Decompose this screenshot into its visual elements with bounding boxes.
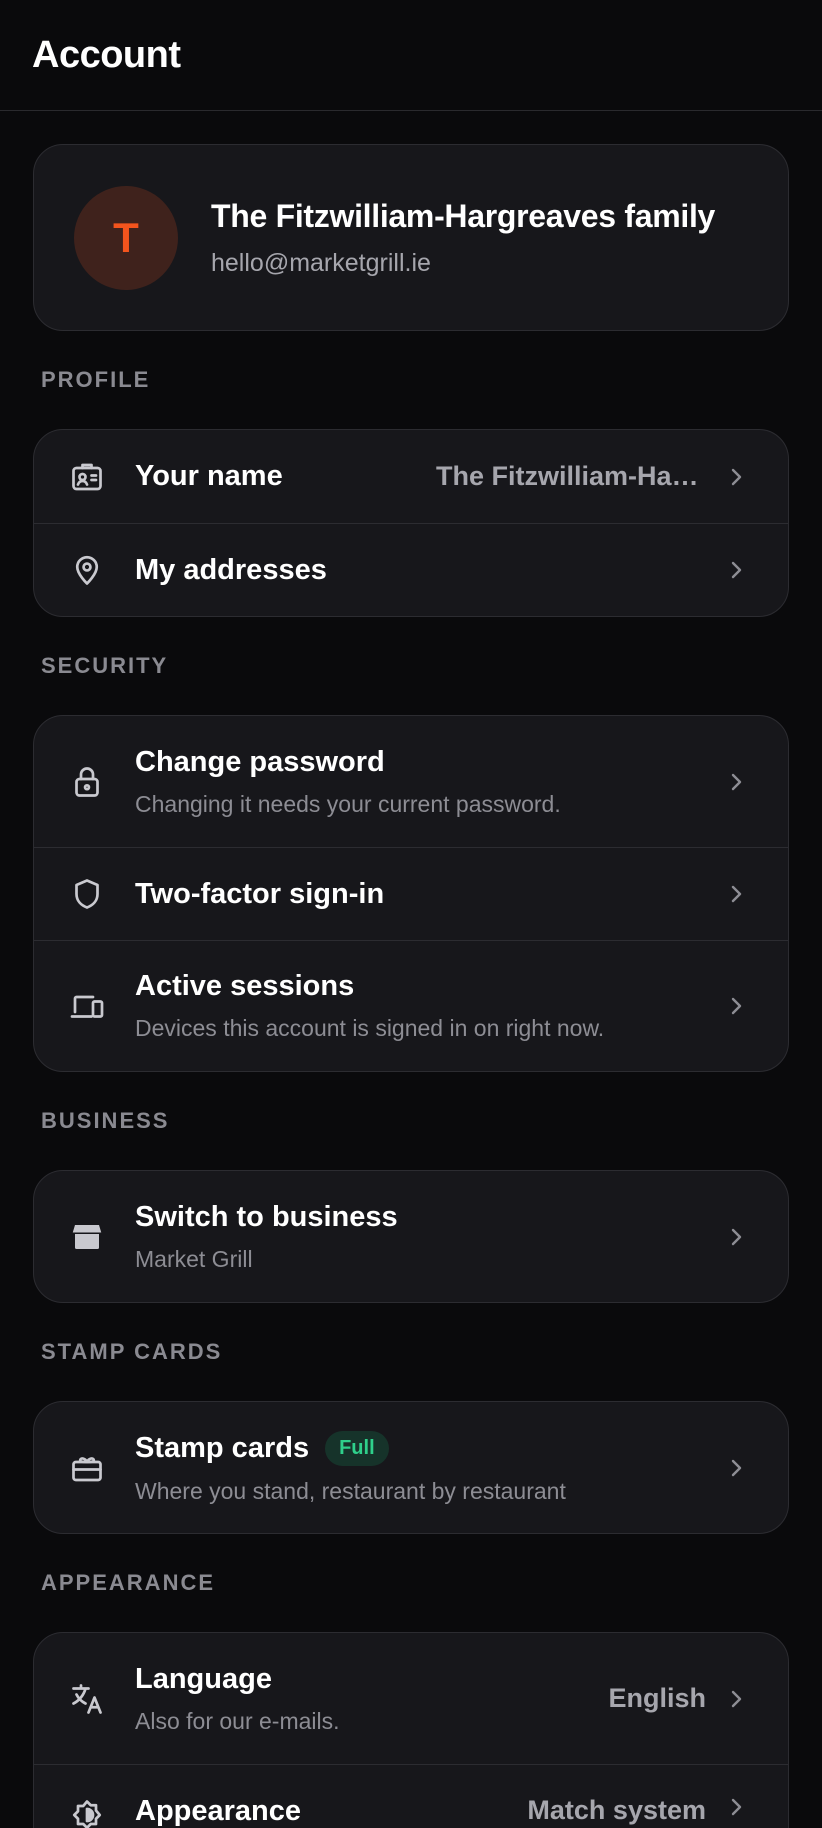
row-text: Change password Changing it needs your c…	[135, 746, 706, 818]
translate-icon	[67, 1679, 107, 1719]
change-password-row[interactable]: Change password Changing it needs your c…	[34, 716, 788, 847]
chevron-right-icon	[731, 1690, 742, 1707]
row-title: Stamp cards Full	[135, 1430, 706, 1466]
row-title: Active sessions	[135, 970, 355, 1002]
appearance-value: Match system	[527, 1795, 706, 1825]
profile-card[interactable]: T The Fitzwilliam-Hargreaves family hell…	[33, 144, 789, 331]
row-text: My addresses	[135, 554, 706, 587]
row-title: Switch to business	[135, 1200, 398, 1233]
row-text: Appearance	[135, 1795, 511, 1828]
row-title: Language	[135, 1662, 272, 1695]
chevron-right-icon	[731, 1798, 742, 1816]
row-subtitle: Changing it needs your current password.	[135, 790, 561, 817]
row-subtitle: Where you stand, restaurant by restauran…	[135, 1477, 566, 1504]
language-value: English	[608, 1683, 706, 1713]
your-name-value: The Fitzwilliam-Hargreaves family	[436, 461, 706, 491]
gift-card-icon	[67, 1448, 107, 1488]
profile-settings-card: Your name The Fitzwilliam-Hargreaves fam…	[33, 429, 789, 617]
chevron-right-icon	[731, 1228, 742, 1245]
section-label-appearance: APPEARANCE	[41, 1570, 216, 1595]
profile-name: The Fitzwilliam-Hargreaves family	[211, 197, 716, 234]
language-row[interactable]: Language Also for our e-mails. English	[34, 1633, 788, 1764]
store-icon	[67, 1217, 107, 1257]
row-text: Two-factor sign-in	[135, 878, 706, 911]
profile-text: The Fitzwilliam-Hargreaves family hello@…	[211, 198, 715, 278]
active-sessions-row[interactable]: Active sessions Devices this account is …	[34, 940, 788, 1071]
business-card: Switch to business Market Grill	[33, 1170, 789, 1303]
theme-icon	[67, 1795, 107, 1828]
two-factor-row[interactable]: Two-factor sign-in	[34, 847, 788, 940]
profile-email: hello@marketgrill.ie	[211, 248, 431, 277]
section-label-profile: PROFILE	[41, 367, 151, 392]
row-title: Two-factor sign-in	[135, 877, 385, 910]
chevron-right-icon	[731, 1459, 742, 1476]
chevron-right-icon	[731, 773, 742, 790]
section-label-business: BUSINESS	[41, 1108, 170, 1133]
row-text: Your name	[135, 460, 420, 493]
row-title: Your name	[135, 460, 283, 492]
row-subtitle: Devices this account is signed in on rig…	[135, 1015, 605, 1041]
top-bar: Account	[0, 0, 822, 111]
map-pin-icon	[67, 550, 107, 590]
row-text: Stamp cards Full Where you stand, restau…	[135, 1430, 706, 1505]
stamp-cards-row[interactable]: Stamp cards Full Where you stand, restau…	[34, 1402, 788, 1533]
page-title: Account	[32, 34, 181, 76]
switch-to-business-row[interactable]: Switch to business Market Grill	[34, 1171, 788, 1302]
stamp-cards-card: Stamp cards Full Where you stand, restau…	[33, 1401, 789, 1534]
chevron-right-icon	[731, 885, 742, 903]
account-content: T The Fitzwilliam-Hargreaves family hell…	[0, 111, 822, 1828]
row-text: Switch to business Market Grill	[135, 1201, 706, 1273]
status-badge: Full	[325, 1430, 389, 1466]
row-text: Active sessions Devices this account is …	[135, 970, 706, 1042]
your-name-row[interactable]: Your name The Fitzwilliam-Hargreaves fam…	[34, 430, 788, 523]
appearance-card: Language Also for our e-mails. English A…	[33, 1632, 789, 1828]
devices-icon	[67, 986, 107, 1026]
stamp-cards-title: Stamp cards	[135, 1431, 310, 1464]
lock-icon	[67, 762, 107, 802]
avatar: T	[74, 185, 178, 290]
chevron-right-icon	[731, 997, 742, 1015]
row-title: My addresses	[135, 553, 327, 586]
row-title: Appearance	[135, 1795, 302, 1827]
row-subtitle: Also for our e-mails.	[135, 1707, 340, 1734]
my-addresses-row[interactable]: My addresses	[34, 523, 788, 616]
chevron-right-icon	[731, 561, 742, 579]
appearance-row[interactable]: Appearance Match system	[34, 1764, 788, 1828]
row-text: Language Also for our e-mails.	[135, 1663, 592, 1735]
row-title: Change password	[135, 745, 385, 778]
security-card: Change password Changing it needs your c…	[33, 715, 789, 1072]
shield-icon	[67, 874, 107, 914]
section-label-stamp-cards: STAMP CARDS	[41, 1339, 223, 1364]
chevron-right-icon	[731, 468, 742, 485]
id-card-icon	[67, 457, 107, 497]
row-subtitle: Market Grill	[135, 1245, 253, 1272]
section-label-security: SECURITY	[41, 653, 169, 678]
